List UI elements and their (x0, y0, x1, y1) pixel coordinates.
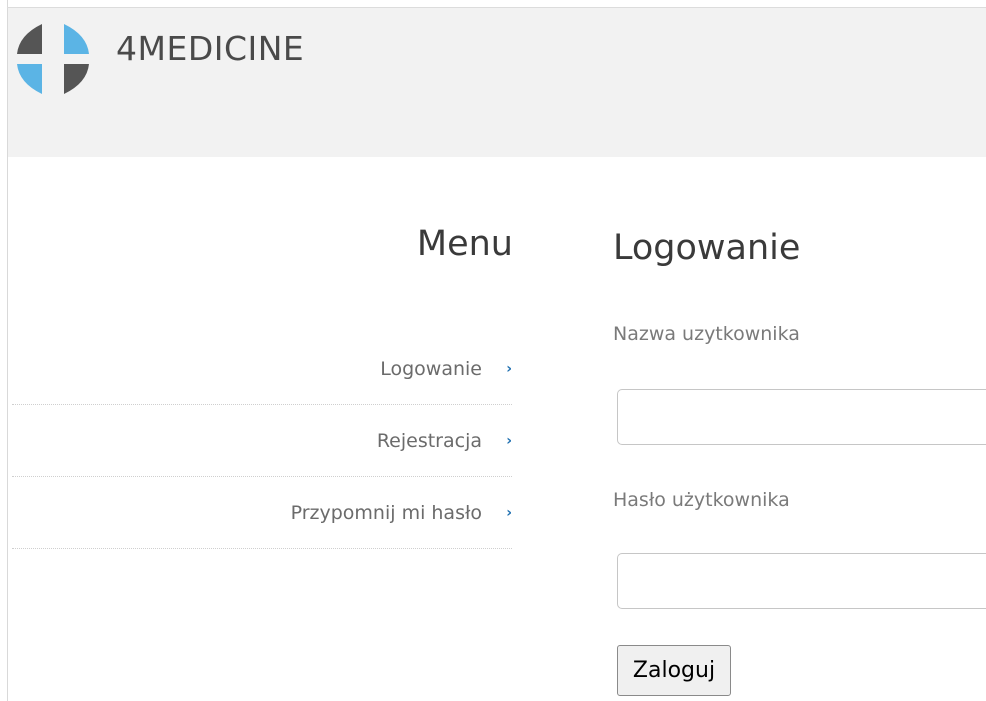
side-menu: Logowanie › Rejestracja › Przypomnij mi … (12, 333, 512, 549)
menu-title: Menu (416, 224, 513, 264)
chevron-right-icon: › (506, 432, 512, 449)
menu-item-przypomnij-haslo: Przypomnij mi hasło › (12, 477, 512, 549)
logo-top-right-segment (64, 24, 89, 54)
menu-item-logowanie: Logowanie › (12, 333, 512, 405)
menu-link-rejestracja[interactable]: Rejestracja › (377, 430, 512, 452)
menu-item-label: Logowanie (380, 357, 482, 380)
header-banner: 4MEDICINE (8, 8, 986, 157)
menu-link-przypomnij-haslo[interactable]: Przypomnij mi hasło › (291, 502, 512, 524)
logo-top-left-segment (17, 24, 42, 54)
password-label: Hasło użytkownika (613, 489, 790, 511)
logo-bottom-right-segment (64, 64, 89, 94)
medicine-logo-icon[interactable] (12, 18, 94, 100)
logo-bottom-left-segment (17, 64, 42, 94)
password-input[interactable] (617, 553, 986, 609)
login-submit-button[interactable]: Zaloguj (617, 645, 731, 696)
username-input[interactable] (617, 389, 986, 445)
login-title: Logowanie (613, 228, 801, 268)
login-page: 4MEDICINE Menu Logowanie › Rejestracja ›… (0, 0, 986, 701)
chevron-right-icon: › (506, 360, 512, 377)
menu-link-logowanie[interactable]: Logowanie › (380, 358, 512, 380)
chevron-right-icon: › (506, 504, 512, 521)
menu-item-rejestracja: Rejestracja › (12, 405, 512, 477)
username-label: Nazwa uzytkownika (613, 323, 800, 345)
menu-item-label: Przypomnij mi hasło (290, 501, 482, 524)
menu-item-label: Rejestracja (376, 429, 482, 452)
brand-name[interactable]: 4MEDICINE (116, 29, 304, 68)
